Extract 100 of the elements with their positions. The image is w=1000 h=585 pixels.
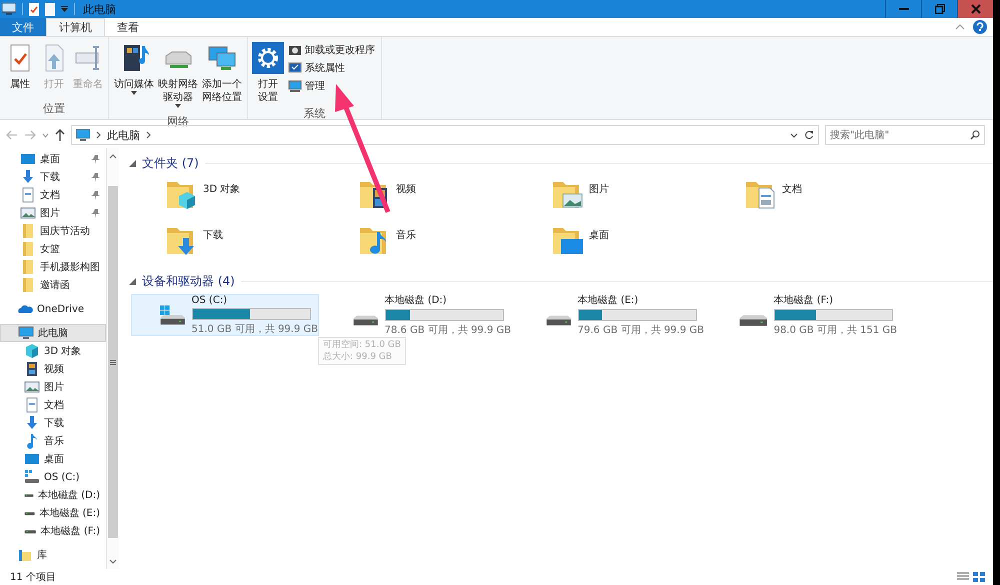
restore-icon xyxy=(934,4,944,14)
ribbon-button[interactable]: 系统属性 xyxy=(286,60,377,76)
nav-item[interactable]: 下载 xyxy=(0,414,106,432)
nav-item[interactable]: 手机摄影构图 xyxy=(0,258,106,276)
nav-item[interactable]: OS (C:) xyxy=(0,468,106,486)
drive-name: 本地磁盘 (E:) xyxy=(578,294,640,307)
section-heading[interactable]: 文件夹 (7) xyxy=(142,154,199,172)
nav-item[interactable]: 3D 对象 xyxy=(0,342,106,360)
collapse-icon xyxy=(129,160,136,166)
drive-name: OS (C:) xyxy=(192,294,228,306)
section-heading[interactable]: 设备和驱动器 (4) xyxy=(142,272,235,290)
folder-name[interactable]: 音乐 xyxy=(396,224,416,242)
right-arrow-icon xyxy=(24,130,36,140)
ribbon-button[interactable]: 管理 xyxy=(286,78,377,94)
folder-name[interactable]: 3D 对象 xyxy=(203,178,240,196)
monitor-icon xyxy=(20,151,36,167)
document-icon xyxy=(20,187,36,203)
ribbon-button[interactable]: 添加一个网络位置 xyxy=(201,40,243,114)
grip-icon xyxy=(110,360,116,364)
drive-tile[interactable]: 本地磁盘 (E:) 79.6 GB 可用，共 99.9 GB xyxy=(517,294,705,336)
nav-item[interactable]: 女篮 xyxy=(0,240,106,258)
nav-item[interactable]: 文档 xyxy=(0,396,106,414)
computer-icon xyxy=(288,79,302,93)
folder-icon xyxy=(20,223,36,239)
nav-item[interactable]: 本地磁盘 (E:) xyxy=(0,504,106,522)
down-arrow-icon xyxy=(24,415,40,431)
ribbon-button[interactable]: 访问媒体 xyxy=(113,40,155,114)
folder-name[interactable]: 下载 xyxy=(203,224,223,242)
file-menu-tab[interactable]: 文件 xyxy=(0,18,46,36)
minimize-icon xyxy=(898,8,908,10)
nav-item[interactable]: 文档 xyxy=(0,186,106,204)
folder-name[interactable]: 图片 xyxy=(589,178,609,196)
ribbon-tab[interactable]: 查看 xyxy=(105,18,151,36)
up-arrow-icon xyxy=(55,129,65,141)
recent-locations-button[interactable] xyxy=(42,132,49,138)
nav-item[interactable]: 库 xyxy=(0,546,106,564)
close-button[interactable] xyxy=(957,0,993,18)
nav-item[interactable]: 音乐 xyxy=(0,432,106,450)
cube-icon xyxy=(24,343,40,359)
window-title: 此电脑 xyxy=(83,2,116,16)
drive-icon xyxy=(739,312,768,328)
drive-name: 本地磁盘 (D:) xyxy=(384,294,448,307)
chevron-icon xyxy=(96,131,101,139)
nav-item[interactable]: 此电脑 xyxy=(0,324,106,342)
caret-icon xyxy=(42,132,49,138)
drive-tile[interactable]: 本地磁盘 (F:) 98.0 GB 可用，共 151 GB xyxy=(710,294,898,336)
drive-usage-text: 79.6 GB 可用，共 99.9 GB xyxy=(578,324,704,337)
caret-icon xyxy=(955,24,965,30)
caret-icon xyxy=(109,154,117,158)
film-icon xyxy=(24,361,40,377)
ribbon-button[interactable]: 属性 xyxy=(4,40,36,101)
gear-icon xyxy=(252,42,284,74)
ribbon-button[interactable]: 映射网络驱动器 xyxy=(157,40,199,114)
camera-icon xyxy=(288,43,302,57)
drive-tile[interactable]: 本地磁盘 (D:) 78.6 GB 可用，共 99.9 GB xyxy=(324,294,512,336)
folder-name[interactable]: 视频 xyxy=(396,178,416,196)
search-icon xyxy=(970,130,980,140)
nav-item[interactable]: 邀请函 xyxy=(0,276,106,294)
page-icon xyxy=(45,2,55,16)
nav-item[interactable]: 下载 xyxy=(0,168,106,186)
nav-item[interactable]: 图片 xyxy=(0,378,106,396)
properties-quick-button[interactable] xyxy=(29,2,39,16)
picture-icon xyxy=(24,379,40,395)
nav-item[interactable]: OneDrive xyxy=(0,300,106,318)
collapse-ribbon-button[interactable] xyxy=(955,24,965,30)
group-label: 系统 xyxy=(302,106,326,122)
folder-name[interactable]: 文档 xyxy=(782,178,802,196)
caret-icon xyxy=(790,132,798,138)
scrollbar[interactable] xyxy=(106,148,119,569)
folder-icon xyxy=(20,277,36,293)
grid-icon xyxy=(973,572,985,582)
nav-item[interactable]: 本地磁盘 (F:) xyxy=(0,522,106,540)
drive-icon xyxy=(24,510,36,516)
selected-drive-tile[interactable]: OS (C:) 51.0 GB 可用，共 99.9 GB xyxy=(131,294,319,336)
close-icon xyxy=(970,4,980,14)
search-field[interactable]: 搜索"此电脑" xyxy=(825,125,985,145)
details-view-button[interactable] xyxy=(957,572,969,582)
ribbon-button[interactable]: 卸载或更改程序 xyxy=(286,42,377,58)
nav-item[interactable]: 视频 xyxy=(0,360,106,378)
collapse-icon xyxy=(129,278,136,284)
help-button[interactable] xyxy=(973,20,987,34)
drive-icon xyxy=(24,528,37,534)
customize-quick-button[interactable] xyxy=(61,6,68,12)
ribbon-button[interactable]: 打开设置 xyxy=(252,40,284,106)
nav-item[interactable]: 桌面 xyxy=(0,450,106,468)
monitor-check-icon xyxy=(288,61,302,75)
address-bar[interactable]: 此电脑 xyxy=(71,125,819,145)
breadcrumb-item[interactable]: 此电脑 xyxy=(107,128,140,142)
drive-icon xyxy=(546,312,572,328)
tiles-view-button[interactable] xyxy=(973,572,985,582)
up-button[interactable] xyxy=(55,129,65,141)
folder-name[interactable]: 桌面 xyxy=(589,224,609,242)
group-label: 位置 xyxy=(42,101,66,117)
nav-item[interactable]: 本地磁盘 (D:) xyxy=(0,486,106,504)
nav-item[interactable]: 国庆节活动 xyxy=(0,222,106,240)
ribbon-tab[interactable]: 计算机 xyxy=(46,18,105,36)
nav-item[interactable]: 桌面 xyxy=(0,150,106,168)
checked-page-icon xyxy=(29,2,39,16)
new-folder-quick-button[interactable] xyxy=(45,2,55,16)
nav-item[interactable]: 图片 xyxy=(0,204,106,222)
